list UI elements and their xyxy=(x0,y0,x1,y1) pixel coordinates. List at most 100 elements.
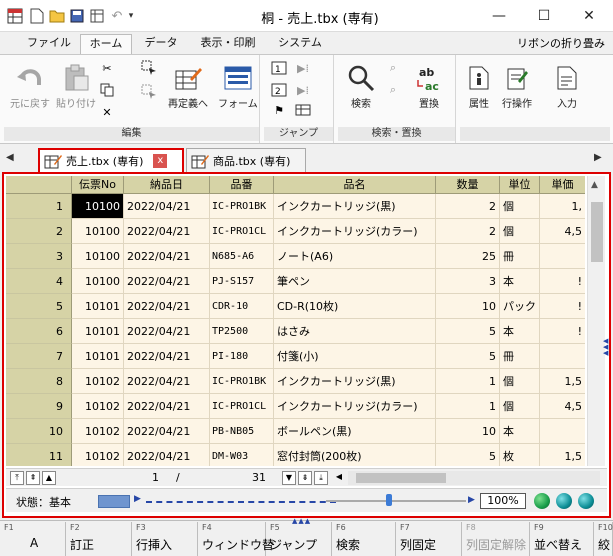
cell-unit[interactable]: 本 xyxy=(500,269,540,294)
cell-voucher[interactable]: 10101 xyxy=(72,344,124,369)
ribbon-collapse-button[interactable]: リボンの折り畳み xyxy=(517,35,605,51)
redefine-button[interactable]: 再定義へ xyxy=(168,63,208,110)
cell-name[interactable]: 筆ペン xyxy=(274,269,436,294)
fkey-f5[interactable]: F5 ジャンプ xyxy=(266,522,332,556)
cell-name[interactable]: 付箋(小) xyxy=(274,344,436,369)
next-record-icon[interactable]: ▼ xyxy=(282,471,296,485)
cell-price[interactable]: 4,5 xyxy=(540,219,585,244)
cell-price[interactable]: 1, xyxy=(540,194,585,219)
search-button[interactable]: 検索 xyxy=(346,63,376,110)
cell-date[interactable]: 2022/04/21 xyxy=(124,244,210,269)
cell-unit[interactable]: 枚 xyxy=(500,444,540,466)
cell-date[interactable]: 2022/04/21 xyxy=(124,344,210,369)
fkey-f10[interactable]: F10 絞 xyxy=(594,522,613,556)
cell-unit[interactable]: 個 xyxy=(500,394,540,419)
jump-second-icon[interactable]: 2 xyxy=(270,81,288,99)
cell-name[interactable]: インクカートリッジ(黒) xyxy=(274,194,436,219)
scroll-left-icon[interactable]: ◀ xyxy=(332,471,346,485)
cell-date[interactable]: 2022/04/21 xyxy=(124,194,210,219)
cell-code[interactable]: DM-W03 xyxy=(210,444,274,466)
col-header-qty[interactable]: 数量 xyxy=(436,176,500,194)
form-button[interactable]: フォーム xyxy=(218,63,258,110)
cell-qty[interactable]: 25 xyxy=(436,244,500,269)
cell-code[interactable]: PB-NB05 xyxy=(210,419,274,444)
jump-mark-icon[interactable]: ⚑ xyxy=(270,101,288,119)
row-number[interactable]: 8 xyxy=(6,369,72,394)
cell-qty[interactable]: 2 xyxy=(436,219,500,244)
cell-qty[interactable]: 2 xyxy=(436,194,500,219)
cell-date[interactable]: 2022/04/21 xyxy=(124,319,210,344)
cell-code[interactable]: IC-PRO1BK xyxy=(210,369,274,394)
table-row[interactable]: 1 10100 2022/04/21 IC-PRO1BK インクカートリッジ(黒) 2 個 1… xyxy=(6,194,585,219)
cell-qty[interactable]: 5 xyxy=(436,444,500,466)
input-button[interactable]: 入力 xyxy=(552,63,582,110)
jump-first-icon[interactable]: 1 xyxy=(270,59,288,77)
cell-qty[interactable]: 1 xyxy=(436,369,500,394)
grid-icon[interactable] xyxy=(88,7,106,25)
cell-price[interactable]: ! xyxy=(540,269,585,294)
col-header-date[interactable]: 納品日 xyxy=(124,176,210,194)
cell-date[interactable]: 2022/04/21 xyxy=(124,444,210,466)
cell-voucher[interactable]: 10102 xyxy=(72,419,124,444)
tab-view-print[interactable]: 表示・印刷 xyxy=(192,34,264,54)
doc-tab-close-button[interactable]: x xyxy=(153,154,168,168)
col-header-name[interactable]: 品名 xyxy=(274,176,436,194)
cell-name[interactable]: インクカートリッジ(カラー) xyxy=(274,219,436,244)
tab-file[interactable]: ファイル xyxy=(20,34,78,54)
cell-code[interactable]: TP2500 xyxy=(210,319,274,344)
cell-price[interactable] xyxy=(540,419,585,444)
cell-voucher[interactable]: 10102 xyxy=(72,444,124,466)
cell-code[interactable]: PI-180 xyxy=(210,344,274,369)
maximize-button[interactable]: ☐ xyxy=(522,0,566,32)
cell-date[interactable]: 2022/04/21 xyxy=(124,419,210,444)
cell-price[interactable]: ! xyxy=(540,294,585,319)
delete-icon[interactable]: ✕ xyxy=(98,103,116,121)
doc-tab-products[interactable]: 商品.tbx (専有) xyxy=(186,148,306,172)
table-row[interactable]: 9 10102 2022/04/21 IC-PRO1CL インクカートリッジ(カラー) 1… xyxy=(6,394,585,419)
row-number[interactable]: 7 xyxy=(6,344,72,369)
cell-unit[interactable]: 本 xyxy=(500,419,540,444)
cell-qty[interactable]: 1 xyxy=(436,394,500,419)
cell-name[interactable]: インクカートリッジ(カラー) xyxy=(274,394,436,419)
cell-date[interactable]: 2022/04/21 xyxy=(124,294,210,319)
cell-qty[interactable]: 5 xyxy=(436,319,500,344)
select-range-icon[interactable] xyxy=(140,59,158,77)
cell-qty[interactable]: 3 xyxy=(436,269,500,294)
fkey-f6[interactable]: F6 検索 xyxy=(332,522,396,556)
tab-home[interactable]: ホーム xyxy=(80,34,132,54)
zoom-slider-track[interactable] xyxy=(326,500,466,502)
cell-unit[interactable]: パック xyxy=(500,294,540,319)
jump-table-icon[interactable] xyxy=(294,101,312,119)
new-page-icon[interactable] xyxy=(28,7,46,25)
row-operation-button[interactable]: 行操作 xyxy=(502,63,532,110)
cell-price[interactable] xyxy=(540,344,585,369)
cell-unit[interactable]: 個 xyxy=(500,369,540,394)
fkey-f4[interactable]: F4 ウィンドウ替 xyxy=(198,522,274,556)
fkey-f7[interactable]: F7 列固定 xyxy=(396,522,462,556)
cell-voucher[interactable]: 10100 xyxy=(72,244,124,269)
cell-qty[interactable]: 10 xyxy=(436,294,500,319)
zoom-slider-thumb[interactable] xyxy=(386,494,392,506)
cell-unit[interactable]: 個 xyxy=(500,219,540,244)
search-next-icon[interactable]: ⌕ xyxy=(384,59,402,77)
tab-scroll-right-icon[interactable]: ▶ xyxy=(594,152,602,163)
cell-qty[interactable]: 5 xyxy=(436,344,500,369)
fkey-f9[interactable]: F9 並べ替え xyxy=(530,522,594,556)
row-number[interactable]: 4 xyxy=(6,269,72,294)
table-row[interactable]: 8 10102 2022/04/21 IC-PRO1BK インクカートリッジ(黒) 1 個 1… xyxy=(6,369,585,394)
table-row[interactable]: 7 10101 2022/04/21 PI-180 付箋(小) 5 冊 xyxy=(6,344,585,369)
cell-voucher[interactable]: 10101 xyxy=(72,319,124,344)
cell-voucher[interactable]: 10101 xyxy=(72,294,124,319)
cell-date[interactable]: 2022/04/21 xyxy=(124,219,210,244)
cell-code[interactable]: PJ-S157 xyxy=(210,269,274,294)
select-row-icon[interactable] xyxy=(140,83,158,101)
vertical-scrollbar[interactable]: ▲ xyxy=(587,176,605,466)
close-button[interactable]: ✕ xyxy=(567,0,611,32)
row-number[interactable]: 1 xyxy=(6,194,72,219)
replace-button[interactable]: ab ac 置換 xyxy=(414,63,444,110)
cell-unit[interactable]: 本 xyxy=(500,319,540,344)
cell-date[interactable]: 2022/04/21 xyxy=(124,269,210,294)
table-row[interactable]: 4 10100 2022/04/21 PJ-S157 筆ペン 3 本! xyxy=(6,269,585,294)
table-row[interactable]: 3 10100 2022/04/21 N685-A6 ノート(A6) 25 冊 xyxy=(6,244,585,269)
hscroll-thumb[interactable] xyxy=(356,473,446,483)
